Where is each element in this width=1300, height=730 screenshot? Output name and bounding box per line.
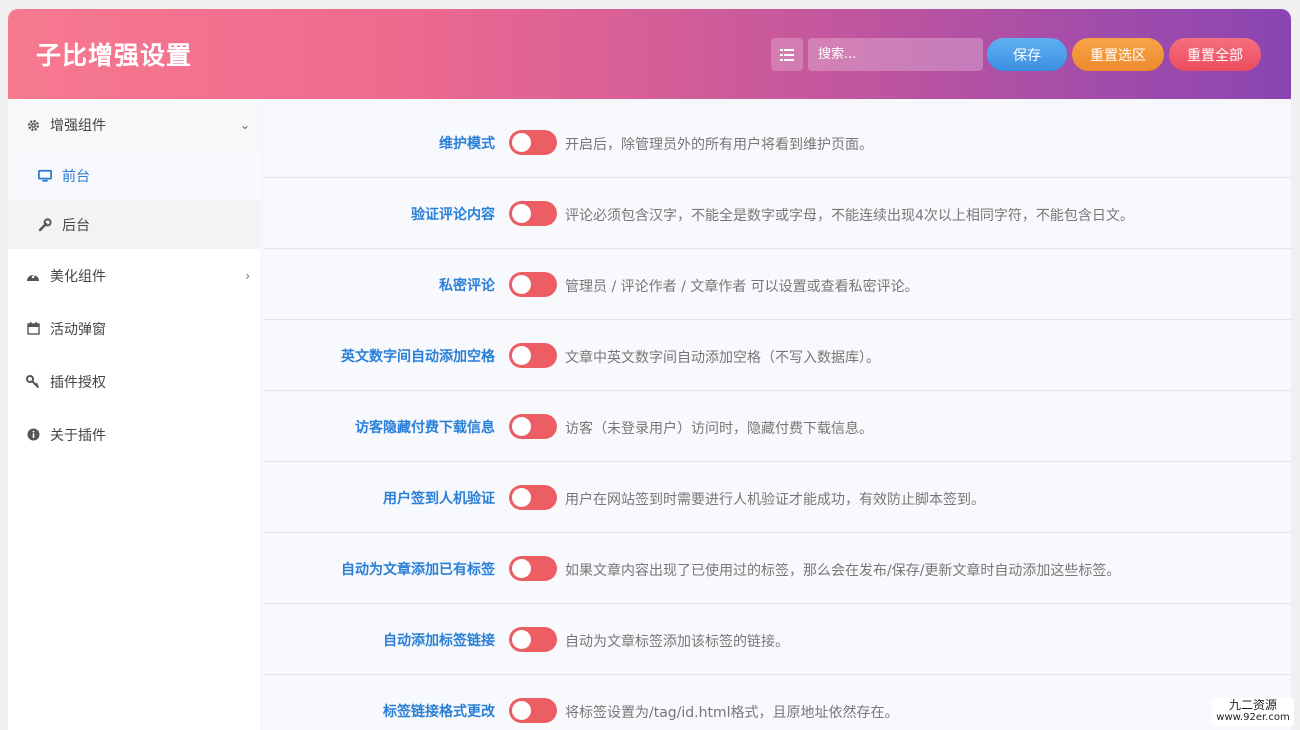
toggle-switch[interactable] (509, 414, 557, 439)
calendar-icon (26, 322, 40, 336)
setting-row: 私密评论 管理员 / 评论作者 / 文章作者 可以设置或查看私密评论。 (264, 250, 1291, 320)
desktop-icon (38, 169, 52, 183)
sidebar-item-enhance[interactable]: 增强组件 ⌄ (8, 99, 260, 151)
save-button[interactable]: 保存 (987, 38, 1067, 71)
settings-content: 维护模式 开启后，除管理员外的所有用户将看到维护页面。 验证评论内容 评论必须包… (264, 99, 1291, 730)
menu-toggle-button[interactable] (771, 38, 803, 71)
page-title: 子比增强设置 (36, 41, 193, 70)
setting-label: 访客隐藏付费下载信息 (355, 420, 495, 436)
setting-label: 自动为文章添加已有标签 (341, 562, 495, 578)
setting-row: 验证评论内容 评论必须包含汉字，不能全是数字或字母，不能连续出现4次以上相同字符… (264, 179, 1291, 249)
list-icon (780, 48, 794, 61)
setting-description: 将标签设置为/tag/id.html格式，且原地址依然存在。 (565, 705, 899, 721)
toggle-switch[interactable] (509, 272, 557, 297)
watermark-name: 九二资源 (1228, 698, 1277, 712)
setting-row: 英文数字间自动添加空格 文章中英文数字间自动添加空格（不写入数据库）。 (264, 321, 1291, 391)
setting-description: 文章中英文数字间自动添加空格（不写入数据库）。 (565, 350, 880, 366)
sidebar-item-label: 前台 (62, 168, 90, 185)
sidebar-item-label: 美化组件 (50, 268, 106, 285)
info-icon (26, 428, 40, 442)
sidebar: 增强组件 ⌄ 前台 后台 美化组件 › 活动弹窗 插件授权 关于插件 (8, 99, 260, 730)
setting-label: 维护模式 (439, 136, 495, 152)
sidebar-item-about[interactable]: 关于插件 (8, 408, 260, 461)
reset-section-button[interactable]: 重置选区 (1072, 38, 1164, 71)
sidebar-item-label: 活动弹窗 (50, 321, 106, 338)
setting-label: 英文数字间自动添加空格 (341, 349, 495, 365)
settings-panel: 子比增强设置 保存 重置选区 重置全部 增强组件 ⌄ 前台 (8, 9, 1291, 730)
setting-row: 自动为文章添加已有标签 如果文章内容出现了已使用过的标签，那么会在发布/保存/更… (264, 534, 1291, 604)
wrench-icon (38, 217, 52, 232)
setting-row: 标签链接格式更改 将标签设置为/tag/id.html格式，且原地址依然存在。 (264, 676, 1291, 730)
setting-description: 开启后，除管理员外的所有用户将看到维护页面。 (565, 137, 873, 153)
sidebar-item-backend[interactable]: 后台 (8, 200, 260, 249)
toggle-switch[interactable] (509, 201, 557, 226)
chevron-down-icon: ⌄ (239, 118, 250, 132)
sidebar-item-label: 后台 (62, 217, 90, 234)
setting-description: 自动为文章标签添加该标签的链接。 (565, 634, 789, 650)
toggle-switch[interactable] (509, 130, 557, 155)
setting-description: 管理员 / 评论作者 / 文章作者 可以设置或查看私密评论。 (565, 279, 919, 295)
header-bar: 子比增强设置 保存 重置选区 重置全部 (8, 9, 1291, 99)
sidebar-item-label: 增强组件 (50, 118, 106, 134)
toggle-switch[interactable] (509, 698, 557, 723)
setting-label: 用户签到人机验证 (383, 491, 495, 507)
gear-icon (26, 118, 40, 132)
sidebar-item-frontend[interactable]: 前台 (8, 151, 260, 200)
setting-row: 维护模式 开启后，除管理员外的所有用户将看到维护页面。 (264, 108, 1291, 178)
toggle-switch[interactable] (509, 627, 557, 652)
sidebar-item-beautify[interactable]: 美化组件 › (8, 249, 260, 302)
sidebar-item-popup[interactable]: 活动弹窗 (8, 302, 260, 355)
setting-description: 评论必须包含汉字，不能全是数字或字母，不能连续出现4次以上相同字符，不能包含日文… (565, 208, 1134, 224)
setting-row: 自动添加标签链接 自动为文章标签添加该标签的链接。 (264, 605, 1291, 675)
toggle-switch[interactable] (509, 556, 557, 581)
search-input[interactable] (808, 38, 983, 71)
watermark: 九二资源 www.92er.com (1212, 698, 1294, 726)
toggle-switch[interactable] (509, 485, 557, 510)
sidebar-item-label: 插件授权 (50, 374, 106, 391)
palette-icon (26, 269, 40, 283)
toggle-switch[interactable] (509, 343, 557, 368)
chevron-right-icon: › (245, 268, 250, 283)
sidebar-item-label: 关于插件 (50, 427, 106, 444)
setting-label: 私密评论 (439, 278, 495, 294)
watermark-url: www.92er.com (1216, 712, 1290, 723)
sidebar-item-license[interactable]: 插件授权 (8, 355, 260, 408)
setting-label: 自动添加标签链接 (383, 633, 495, 649)
setting-label: 验证评论内容 (411, 207, 495, 223)
setting-description: 用户在网站签到时需要进行人机验证才能成功，有效防止脚本签到。 (565, 492, 985, 508)
setting-label: 标签链接格式更改 (383, 704, 495, 720)
setting-description: 访客（未登录用户）访问时，隐藏付费下载信息。 (565, 421, 873, 437)
key-icon (26, 374, 40, 389)
setting-row: 用户签到人机验证 用户在网站签到时需要进行人机验证才能成功，有效防止脚本签到。 (264, 463, 1291, 533)
setting-row: 访客隐藏付费下载信息 访客（未登录用户）访问时，隐藏付费下载信息。 (264, 392, 1291, 462)
reset-all-button[interactable]: 重置全部 (1169, 38, 1261, 71)
setting-description: 如果文章内容出现了已使用过的标签，那么会在发布/保存/更新文章时自动添加这些标签… (565, 563, 1121, 579)
